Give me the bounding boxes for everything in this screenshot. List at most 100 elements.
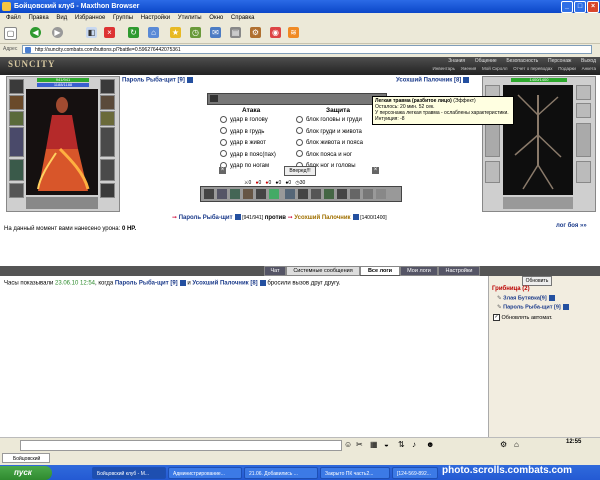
spell-slot-5[interactable] bbox=[256, 189, 266, 199]
clear-icon[interactable]: ✂ bbox=[356, 440, 363, 449]
attack-belly[interactable]: удар в живот bbox=[220, 138, 300, 150]
tools-icon[interactable]: ⚙ bbox=[250, 27, 261, 38]
user-row-1[interactable]: ✎ Злая Бутявка[9] bbox=[497, 295, 555, 301]
scroll-icon[interactable]: ⇅ bbox=[398, 440, 405, 449]
back-icon[interactable]: ◀ bbox=[30, 27, 41, 38]
versus-left-name[interactable]: Пароль Рыба-щит bbox=[179, 215, 233, 221]
nav-security[interactable]: Безопасность bbox=[506, 58, 538, 64]
nav-transfer-report[interactable]: Отчет о переводах bbox=[513, 66, 552, 71]
taskbar-task-4[interactable]: Закрыто ПК часть2... bbox=[320, 467, 390, 479]
info-icon[interactable] bbox=[234, 214, 241, 221]
home-icon[interactable]: ⌂ bbox=[148, 27, 159, 38]
equip-slot-gloves[interactable] bbox=[100, 95, 115, 110]
equip-slot-helmet[interactable] bbox=[9, 79, 24, 94]
info-icon[interactable] bbox=[259, 280, 266, 286]
nav-profile[interactable]: Анкета bbox=[582, 66, 596, 71]
spell-slot-11[interactable] bbox=[337, 189, 347, 199]
auto-refresh-checkbox[interactable]: ✓ bbox=[493, 314, 500, 321]
settings-gear-icon[interactable]: ⚙ bbox=[500, 440, 507, 449]
menu-item-favorites[interactable]: Избранное bbox=[75, 13, 105, 23]
equip-slot-weapon[interactable] bbox=[9, 127, 24, 157]
browser-tab-combats[interactable]: Бойцовский bbox=[2, 453, 50, 463]
mail-icon[interactable]: ✉ bbox=[210, 27, 221, 38]
tab-system-messages[interactable]: Системные сообщения bbox=[286, 266, 360, 276]
attack-head[interactable]: удар в голову bbox=[220, 115, 300, 127]
private-msg-icon[interactable]: ✎ bbox=[497, 295, 502, 301]
exit-chat-icon[interactable]: ⌂ bbox=[514, 440, 519, 449]
rss-icon[interactable]: ≋ bbox=[288, 27, 299, 38]
close-button[interactable]: × bbox=[587, 1, 599, 13]
print-icon[interactable]: ▤ bbox=[230, 27, 241, 38]
info-icon[interactable] bbox=[562, 304, 569, 310]
right-player-name[interactable]: Усохший Палочник [8] bbox=[396, 77, 470, 84]
minimize-button[interactable]: _ bbox=[561, 1, 573, 13]
refresh-button[interactable]: Обновить bbox=[522, 276, 552, 286]
battle-log-link[interactable]: лог боя »» bbox=[556, 223, 587, 229]
defense-head-chest[interactable]: блок головы и груди bbox=[296, 115, 382, 127]
forward-icon[interactable]: ▶ bbox=[52, 27, 63, 38]
equip-slot-shield[interactable] bbox=[100, 79, 115, 94]
left-corner-icon[interactable]: × bbox=[219, 167, 226, 174]
chat-input[interactable] bbox=[20, 440, 342, 451]
nav-character[interactable]: Персонаж bbox=[548, 58, 571, 64]
defense-chest-belly[interactable]: блок груди и живота bbox=[296, 127, 382, 139]
taskbar-task-2[interactable]: Администрирование... bbox=[168, 467, 242, 479]
filter-icon[interactable]: ◒ bbox=[384, 440, 389, 449]
menu-item-help[interactable]: Справка bbox=[231, 13, 255, 23]
spell-slot-7[interactable] bbox=[285, 189, 295, 199]
menu-item-utilities[interactable]: Утилиты bbox=[178, 13, 202, 23]
attack-groin[interactable]: удар в пояс(пах) bbox=[220, 150, 300, 162]
tab-chat[interactable]: Чат bbox=[264, 266, 286, 276]
menu-item-view[interactable]: Вид bbox=[56, 13, 67, 23]
favorites-icon[interactable]: ★ bbox=[170, 27, 181, 38]
info-icon[interactable] bbox=[179, 280, 186, 286]
chat-player-1[interactable]: Пароль Рыба-щит [9] bbox=[115, 281, 178, 287]
menu-item-settings[interactable]: Настройки bbox=[141, 13, 170, 23]
equip-slot-leggings[interactable] bbox=[100, 159, 115, 181]
menu-item-edit[interactable]: Правка bbox=[28, 13, 48, 23]
new-tab-icon[interactable]: ▢ bbox=[4, 27, 17, 40]
spell-slot-4[interactable] bbox=[243, 189, 253, 199]
spell-slot-10[interactable] bbox=[324, 189, 334, 199]
start-button[interactable]: пуск bbox=[0, 466, 52, 480]
effect-injury-icon[interactable] bbox=[210, 95, 218, 102]
nav-exit[interactable]: Выход bbox=[581, 58, 596, 64]
defense-belly-belt[interactable]: блок живота и пояса bbox=[296, 138, 382, 150]
nav-inventory[interactable]: Инвентарь bbox=[433, 66, 455, 71]
attack-chest[interactable]: удар в грудь bbox=[220, 127, 300, 139]
stop-icon[interactable]: × bbox=[104, 27, 115, 38]
tab-my-logs[interactable]: Мои логи bbox=[400, 266, 438, 276]
equip-slot-belt[interactable] bbox=[9, 183, 24, 198]
equip-slot-boots[interactable] bbox=[100, 183, 115, 198]
friends-icon[interactable]: ☻ bbox=[426, 440, 434, 449]
history-icon[interactable]: ◷ bbox=[190, 27, 201, 38]
smiley-icon[interactable]: ☺ bbox=[344, 440, 352, 449]
defense-belt-legs[interactable]: блок пояса и ног bbox=[296, 150, 382, 162]
info-icon[interactable] bbox=[548, 295, 555, 301]
info-icon[interactable] bbox=[186, 77, 193, 83]
nav-skills[interactable]: Умения bbox=[461, 66, 477, 71]
taskbar-task-3[interactable]: 21.06. Добавились ... bbox=[244, 467, 318, 479]
menu-item-groups[interactable]: Группы bbox=[113, 13, 133, 23]
nav-communication[interactable]: Общение bbox=[475, 58, 497, 64]
info-icon[interactable] bbox=[352, 214, 359, 221]
spell-slot-1[interactable] bbox=[204, 189, 214, 199]
chat-player-2[interactable]: Усохший Палочник [8] bbox=[192, 281, 257, 287]
left-player-name[interactable]: Пароль Рыба-щит [9] bbox=[122, 77, 193, 84]
maximize-button[interactable]: □ bbox=[574, 1, 586, 13]
tab-all-logs[interactable]: Все логи bbox=[360, 266, 400, 275]
menu-item-file[interactable]: Файл bbox=[6, 13, 21, 23]
address-input[interactable]: http://suncity.combats.com/buttons.pl?ba… bbox=[22, 45, 592, 54]
equip-slot-offhand[interactable] bbox=[100, 127, 115, 157]
taskbar-task-1[interactable]: Бойцовский клуб - M... bbox=[92, 467, 166, 479]
spell-slot-6[interactable] bbox=[269, 189, 279, 199]
user-row-2[interactable]: ✎ Пароль Рыба-щит [9] bbox=[497, 304, 569, 310]
tab-left-icon[interactable]: ◧ bbox=[86, 27, 97, 38]
translit-icon[interactable]: ▦ bbox=[370, 440, 378, 449]
spell-slot-8[interactable] bbox=[298, 189, 308, 199]
spell-slot-14[interactable] bbox=[376, 189, 386, 199]
menu-item-window[interactable]: Окно bbox=[209, 13, 223, 23]
equip-slot-ring-1[interactable] bbox=[100, 111, 115, 126]
refresh-icon[interactable]: ↻ bbox=[128, 27, 139, 38]
go-button[interactable]: Вперед!!! bbox=[284, 166, 316, 176]
